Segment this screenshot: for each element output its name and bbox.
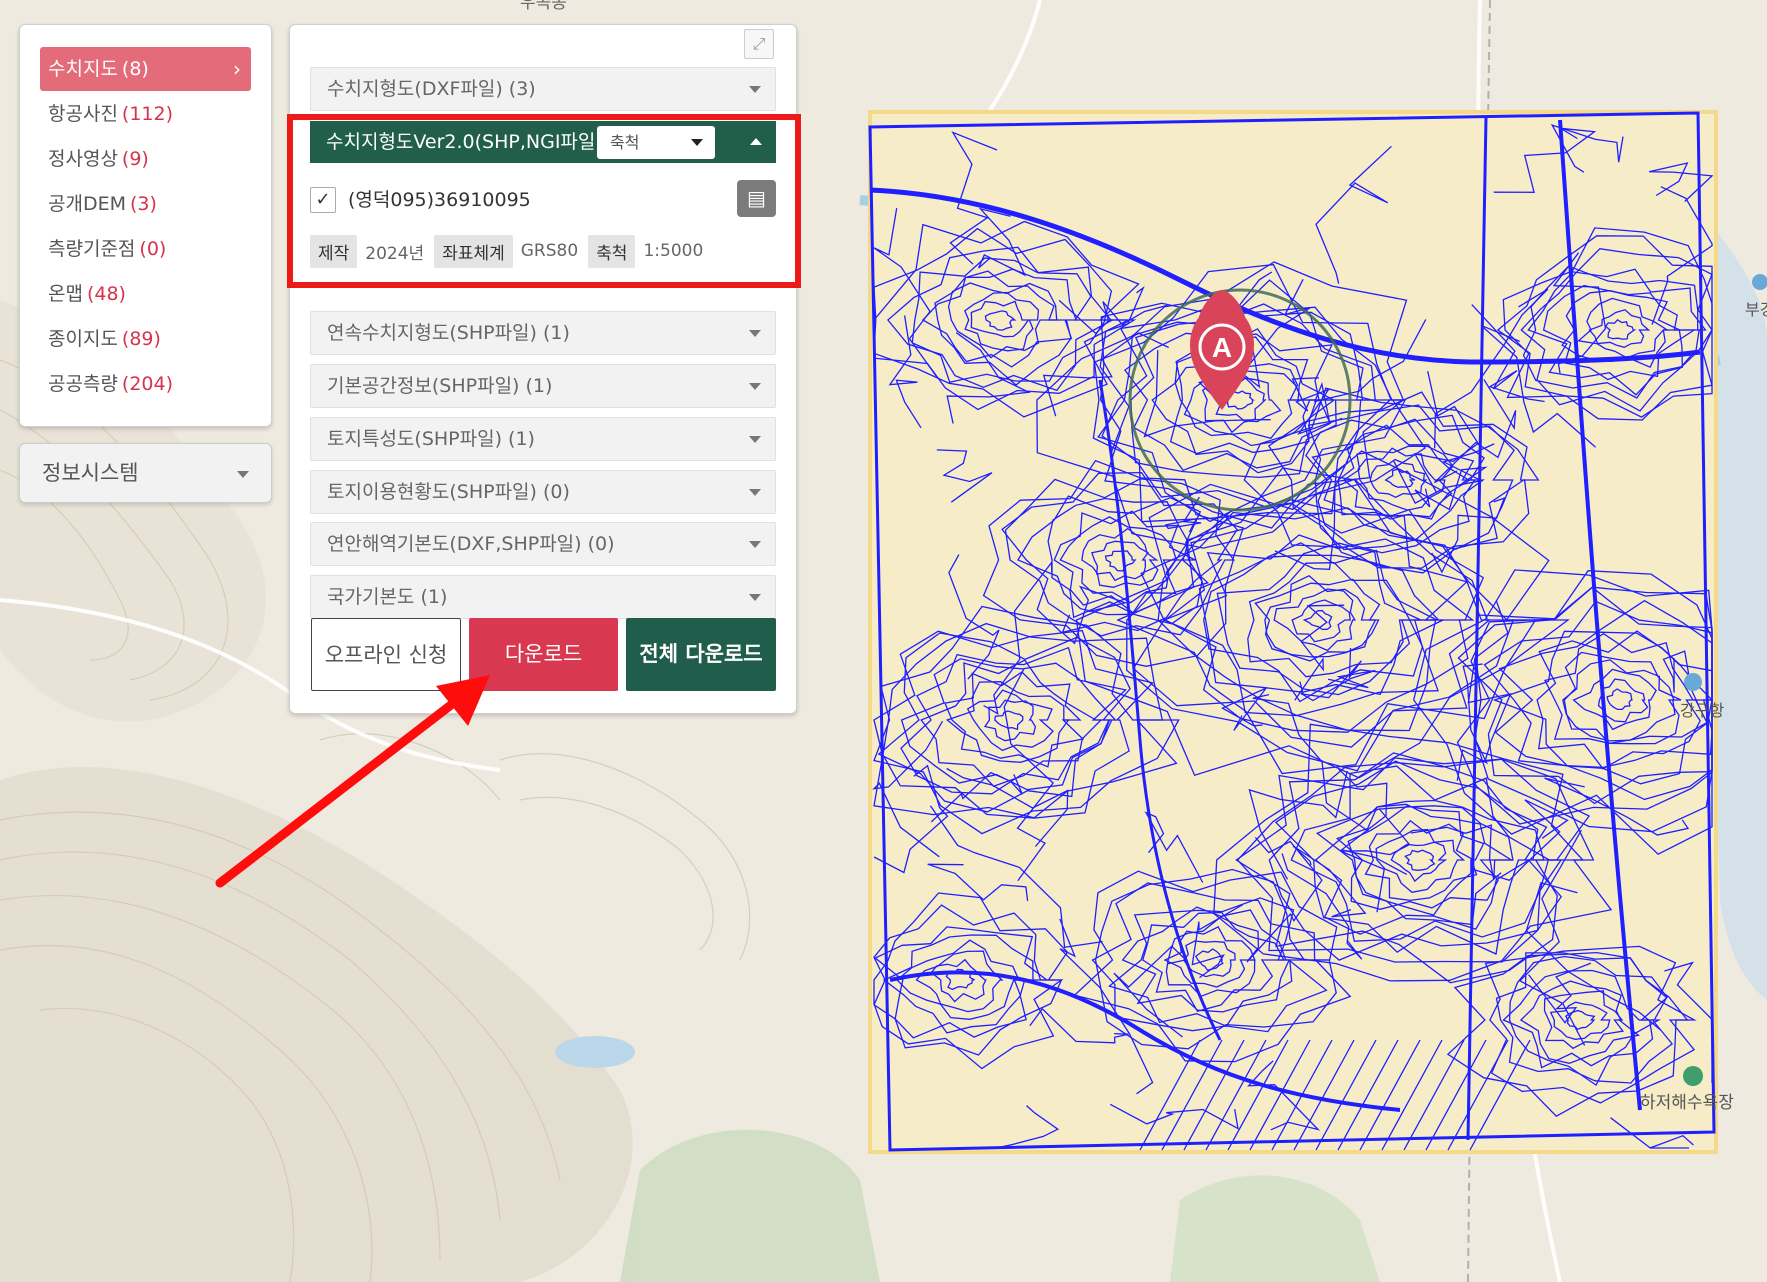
category-item-public-dem[interactable]: 공개DEM (3) [40, 182, 251, 227]
place-label: 우곡동 [520, 0, 567, 13]
caret-down-icon [749, 86, 761, 93]
category-item-public-survey[interactable]: 공공측량 (204) [40, 362, 251, 407]
accordion-basic-spatial-info[interactable]: 기본공간정보(SHP파일) (1) [310, 364, 776, 408]
pond [555, 1036, 635, 1068]
accordion-dxf[interactable]: 수치지형도(DXF파일) (3) [310, 67, 776, 111]
category-label: 수치지도 [48, 58, 118, 80]
category-count: (3) [130, 193, 157, 215]
category-item-ortho-image[interactable]: 정사영상 (9) [40, 137, 251, 182]
highlight-box [287, 114, 801, 288]
category-item-aerial-photo[interactable]: 항공사진 (112) [40, 92, 251, 137]
accordion-label: 토지이용현황도(SHP파일) (0) [327, 481, 570, 503]
category-label: 공공측량 [48, 373, 118, 395]
beach-icon [1683, 1066, 1703, 1086]
category-item-control-point[interactable]: 측량기준점 (0) [40, 227, 251, 272]
place-label: 하저해수욕장 [1640, 1093, 1734, 1113]
category-count: (48) [86, 283, 126, 305]
offline-request-button[interactable]: 오프라인 신청 [311, 618, 461, 691]
caret-down-icon [237, 471, 249, 478]
category-count: (8) [121, 58, 149, 80]
category-item-onmap[interactable]: 온맵 (48) [40, 272, 251, 317]
accordion-land-characteristics[interactable]: 토지특성도(SHP파일) (1) [310, 417, 776, 461]
caret-down-icon [749, 330, 761, 337]
category-item-paper-map[interactable]: 종이지도 (89) [40, 317, 251, 362]
caret-down-icon [749, 489, 761, 496]
info-system-dropdown[interactable]: 정보시스템 [19, 443, 272, 503]
info-system-label: 정보시스템 [42, 461, 139, 485]
place-label: 부경 [1745, 300, 1767, 319]
marker-letter: A [1212, 332, 1232, 363]
accordion-label: 수치지형도(DXF파일) (3) [327, 78, 536, 100]
category-count: (204) [121, 373, 174, 395]
port-icon [1684, 673, 1702, 691]
accordion-national-basic-map[interactable]: 국가기본도 (1) [310, 575, 776, 619]
category-item-digital-map[interactable]: 수치지도 (8) › [40, 47, 251, 91]
category-panel: 수치지도 (8) › 항공사진 (112) 정사영상 (9) 공개DEM (3) 측량기… [19, 24, 272, 427]
accordion-continuous-digital-map[interactable]: 연속수치지형도(SHP파일) (1) [310, 311, 776, 355]
category-label: 정사영상 [48, 148, 118, 170]
category-label: 온맵 [48, 283, 83, 305]
caret-down-icon [749, 594, 761, 601]
accordion-label: 토지특성도(SHP파일) (1) [327, 428, 535, 450]
category-label: 종이지도 [48, 328, 118, 350]
caret-down-icon [749, 541, 761, 548]
category-count: (89) [121, 328, 161, 350]
category-label: 측량기준점 [48, 238, 136, 260]
accordion-land-use[interactable]: 토지이용현황도(SHP파일) (0) [310, 470, 776, 514]
caret-down-icon [749, 436, 761, 443]
category-label: 공개DEM [48, 193, 126, 215]
download-all-button[interactable]: 전체 다운로드 [626, 618, 776, 691]
category-count: (0) [139, 238, 167, 260]
category-count: (9) [121, 148, 149, 170]
category-label: 항공사진 [48, 103, 118, 125]
accordion-label: 기본공간정보(SHP파일) (1) [327, 375, 553, 397]
accordion-label: 국가기본도 (1) [327, 586, 448, 608]
category-count: (112) [121, 103, 174, 125]
place-label: 강구항 [1680, 701, 1724, 720]
accordion-label: 연속수치지형도(SHP파일) (1) [327, 322, 570, 344]
caret-down-icon [749, 383, 761, 390]
expand-icon[interactable]: ⤢ [744, 29, 774, 59]
chevron-right-icon: › [233, 57, 241, 81]
download-button[interactable]: 다운로드 [469, 618, 618, 691]
accordion-label: 연안해역기본도(DXF,SHP파일) (0) [327, 533, 615, 555]
accordion-coastal-basic-map[interactable]: 연안해역기본도(DXF,SHP파일) (0) [310, 522, 776, 566]
